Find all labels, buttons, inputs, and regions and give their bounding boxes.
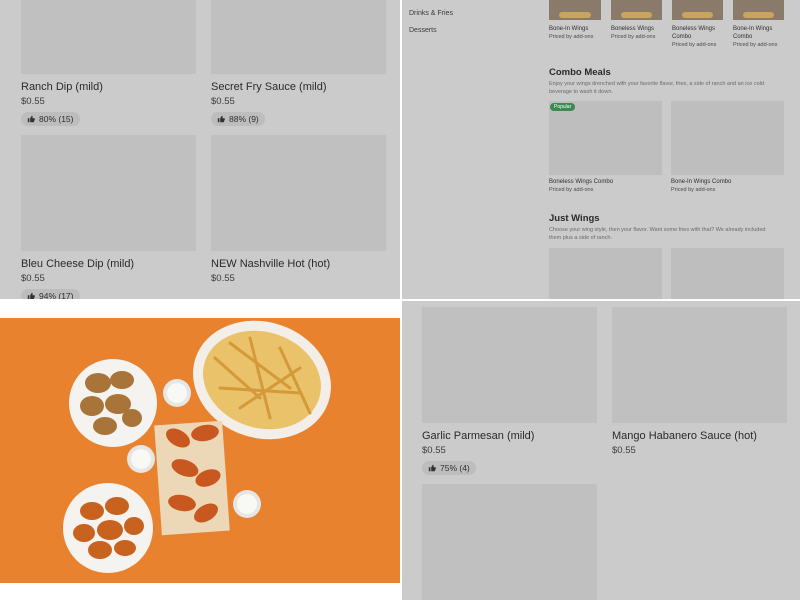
- thumbs-up-icon: [428, 464, 436, 472]
- item-image: [211, 0, 386, 74]
- item-name: Ranch Dip (mild): [21, 81, 103, 93]
- menu-item-bone-in-wings-combo[interactable]: Bone-In Wings Combo Priced by add-ons: [733, 22, 789, 49]
- rating-badge: 75% (4): [422, 461, 476, 475]
- item-image: [671, 248, 784, 299]
- item-name: Boneless Wings Combo: [672, 26, 716, 40]
- item-price: $0.55: [21, 96, 45, 107]
- item-price: Priced by add-ons: [549, 187, 594, 193]
- item-thumbnail: [733, 0, 784, 20]
- item-price: Priced by add-ons: [733, 42, 778, 48]
- thumbs-up-icon: [27, 115, 35, 123]
- rating-badge: 94% (17): [21, 289, 80, 299]
- rating-text: 75% (4): [440, 463, 470, 473]
- section-description: Choose your wing style, then your flavor…: [549, 227, 766, 241]
- food-photo-panel: [0, 301, 400, 600]
- menu-item-bone-in-wings[interactable]: Bone-In Wings Priced by add-ons: [549, 22, 605, 41]
- item-name: Bone-In Wings Combo: [671, 179, 732, 185]
- menu-item-boneless-wings-combo[interactable]: Boneless Wings Combo Priced by add-ons: [672, 22, 728, 49]
- item-price: $0.55: [211, 273, 235, 284]
- item-image: [21, 0, 196, 74]
- menu-items-panel-top-left: Ranch Dip (mild) $0.55 80% (15) Secret F…: [0, 0, 400, 299]
- menu-item-garlic-parmesan[interactable]: Garlic Parmesan (mild) $0.55 75% (4): [422, 307, 597, 477]
- item-price: Priced by add-ons: [611, 34, 656, 40]
- item-name: Bone-In Wings: [549, 26, 589, 32]
- item-name: Boneless Wings: [611, 26, 655, 32]
- menu-item-boneless-wings[interactable]: Boneless Wings Priced by add-ons: [611, 22, 667, 41]
- quadrant-divider: [0, 299, 800, 301]
- rating-text: 88% (9): [229, 114, 259, 124]
- item-name: Boneless Wings Combo: [549, 179, 614, 185]
- menu-item-boneless-wings-combo-large[interactable]: Boneless Wings Combo Priced by add-ons: [549, 101, 662, 194]
- rating-badge: 80% (15): [21, 112, 80, 126]
- item-price: $0.55: [211, 96, 235, 107]
- menu-item-just-wings-1[interactable]: [549, 248, 662, 299]
- menu-item-mango-habanero[interactable]: Mango Habanero Sauce (hot) $0.55: [612, 307, 787, 457]
- item-image: [612, 307, 787, 423]
- rating-badge: 88% (9): [211, 112, 265, 126]
- menu-item-next[interactable]: [422, 484, 597, 600]
- menu-sections-panel: Drinks & Fries Desserts Bone-In Wings Pr…: [402, 0, 800, 299]
- item-thumbnail: [611, 0, 662, 20]
- menu-items-panel-bottom-right: Garlic Parmesan (mild) $0.55 75% (4) Man…: [402, 301, 800, 600]
- popular-badge: Popular: [550, 103, 576, 111]
- food-photo: [0, 318, 400, 583]
- item-name: Bleu Cheese Dip (mild): [21, 258, 135, 270]
- item-price: Priced by add-ons: [672, 42, 717, 48]
- thumbs-up-icon: [217, 115, 225, 123]
- thumbs-up-icon: [27, 292, 35, 299]
- section-title-just-wings: Just Wings: [549, 213, 600, 224]
- item-thumbnail: [549, 0, 601, 20]
- item-name: Secret Fry Sauce (mild): [211, 81, 327, 93]
- nav-item-drinks-fries[interactable]: Drinks & Fries: [409, 10, 453, 17]
- item-name: Bone-In Wings Combo: [733, 26, 773, 40]
- item-image: [549, 248, 662, 299]
- item-image: [21, 135, 196, 251]
- nav-item-desserts[interactable]: Desserts: [409, 27, 437, 34]
- rating-text: 94% (17): [39, 291, 74, 299]
- menu-item-nashville-hot[interactable]: NEW Nashville Hot (hot) $0.55: [211, 135, 386, 285]
- item-price: $0.55: [612, 445, 636, 456]
- item-name: Mango Habanero Sauce (hot): [612, 430, 757, 442]
- item-price: $0.55: [21, 273, 45, 284]
- item-image: [549, 101, 662, 175]
- item-name: Garlic Parmesan (mild): [422, 430, 535, 442]
- item-price: $0.55: [422, 445, 446, 456]
- section-title-combo-meals: Combo Meals: [549, 67, 611, 78]
- item-name: NEW Nashville Hot (hot): [211, 258, 331, 270]
- menu-item-ranch-dip[interactable]: Ranch Dip (mild) $0.55 80% (15): [21, 0, 196, 128]
- item-image: [422, 484, 597, 600]
- section-description: Enjoy your wings drenched with your favo…: [549, 81, 764, 95]
- item-image: [211, 135, 386, 251]
- menu-item-bone-in-wings-combo-large[interactable]: Bone-In Wings Combo Priced by add-ons: [671, 101, 784, 194]
- item-thumbnail: [672, 0, 723, 20]
- rating-text: 80% (15): [39, 114, 74, 124]
- wings-and-fries-illustration: [63, 320, 331, 573]
- menu-item-secret-fry-sauce[interactable]: Secret Fry Sauce (mild) $0.55 88% (9): [211, 0, 386, 128]
- item-image: [422, 307, 597, 423]
- item-price: Priced by add-ons: [549, 34, 594, 40]
- menu-item-bleu-cheese-dip[interactable]: Bleu Cheese Dip (mild) $0.55 94% (17): [21, 135, 196, 299]
- item-price: Priced by add-ons: [671, 187, 716, 193]
- menu-item-just-wings-2[interactable]: [671, 248, 784, 299]
- item-image: [671, 101, 784, 175]
